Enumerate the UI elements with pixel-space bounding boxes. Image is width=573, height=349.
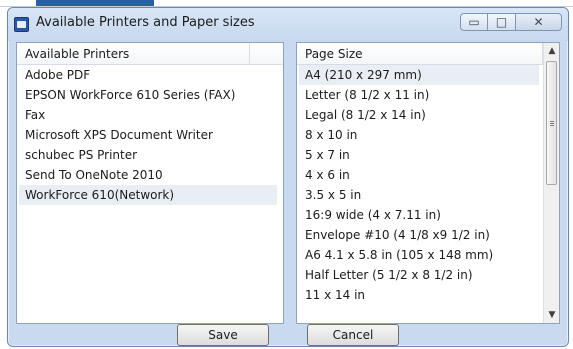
- page-size-list-item[interactable]: 8 x 10 in: [299, 125, 539, 145]
- printers-list-header[interactable]: Available Printers: [17, 43, 283, 65]
- page-size-list-item[interactable]: 3.5 x 5 in: [299, 185, 539, 205]
- screen: Available Printers and Paper sizes ▭ □ ✕…: [0, 0, 573, 349]
- page-size-list-item[interactable]: 16:9 wide (4 x 7.11 in): [299, 205, 539, 225]
- close-button[interactable]: ✕: [516, 13, 562, 31]
- printers-list[interactable]: Available Printers Adobe PDF EPSON WorkFo…: [16, 42, 284, 324]
- page-size-header-label: Page Size: [305, 47, 363, 61]
- page-size-list-item[interactable]: Letter (8 1/2 x 11 in): [299, 85, 539, 105]
- printer-list-item[interactable]: Microsoft XPS Document Writer: [19, 125, 277, 145]
- printer-list-item[interactable]: Send To OneNote 2010: [19, 165, 277, 185]
- printer-list-item[interactable]: Fax: [19, 105, 277, 125]
- page-size-scrollbar[interactable]: ▲ ▼: [543, 43, 559, 323]
- page-size-items: A4 (210 x 297 mm) Letter (8 1/2 x 11 in) L…: [297, 65, 559, 323]
- page-size-list-item[interactable]: A6 4.1 x 5.8 in (105 x 148 mm): [299, 245, 539, 265]
- page-size-list-item[interactable]: A4 (210 x 297 mm): [299, 65, 539, 85]
- minimize-icon: ▭: [468, 15, 480, 29]
- page-size-list-item[interactable]: Envelope #10 (4 1/8 x9 1/2 in): [299, 225, 539, 245]
- printers-items: Adobe PDF EPSON WorkForce 610 Series (FAX…: [17, 65, 283, 323]
- dialog-footer: Save Cancel: [8, 324, 568, 346]
- minimize-button[interactable]: ▭: [460, 13, 488, 31]
- close-icon: ✕: [533, 15, 544, 29]
- window-controls: ▭ □ ✕: [460, 13, 562, 33]
- maximize-button[interactable]: □: [488, 13, 516, 31]
- title-bar[interactable]: Available Printers and Paper sizes ▭ □ ✕: [8, 8, 568, 41]
- page-size-list[interactable]: Page Size A4 (210 x 297 mm) Letter (8 1/2…: [296, 42, 560, 324]
- window-title: Available Printers and Paper sizes: [36, 15, 255, 30]
- dialog-content: Available Printers Adobe PDF EPSON WorkFo…: [16, 42, 560, 324]
- scroll-up-icon[interactable]: ▲: [544, 43, 559, 59]
- save-button[interactable]: Save: [177, 324, 269, 346]
- page-size-list-item[interactable]: 11 x 14 in: [299, 285, 539, 305]
- grip-icon: [550, 121, 554, 122]
- scroll-down-icon[interactable]: ▼: [544, 307, 559, 323]
- printer-list-item[interactable]: WorkForce 610(Network): [19, 185, 277, 205]
- page-size-list-item[interactable]: 5 x 7 in: [299, 145, 539, 165]
- printer-list-item[interactable]: EPSON WorkForce 610 Series (FAX): [19, 85, 277, 105]
- printer-dialog: Available Printers and Paper sizes ▭ □ ✕…: [7, 7, 569, 347]
- printer-list-item[interactable]: schubec PS Printer: [19, 145, 277, 165]
- page-size-list-header[interactable]: Page Size: [297, 43, 559, 65]
- printers-header-label: Available Printers: [25, 47, 130, 61]
- scroll-thumb[interactable]: [546, 61, 557, 185]
- page-size-list-item[interactable]: 4 x 6 in: [299, 165, 539, 185]
- page-size-list-item[interactable]: Half Letter (5 1/2 x 8 1/2 in): [299, 265, 539, 285]
- printer-list-item[interactable]: Adobe PDF: [19, 65, 277, 85]
- cancel-button[interactable]: Cancel: [307, 324, 399, 346]
- page-size-list-item[interactable]: Legal (8 1/2 x 14 in): [299, 105, 539, 125]
- maximize-icon: □: [495, 15, 508, 29]
- column-separator: [249, 43, 250, 64]
- app-window-icon: [14, 17, 29, 32]
